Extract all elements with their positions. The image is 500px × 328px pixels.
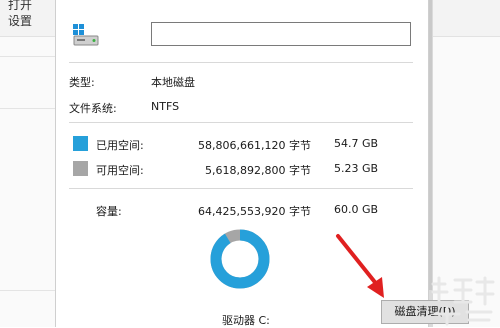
used-arc <box>210 229 270 289</box>
volume-name-input[interactable] <box>151 22 411 46</box>
free-space-label: 可用空间: <box>96 164 144 177</box>
ribbon-settings-label[interactable]: 设置 <box>8 12 32 29</box>
divider <box>0 290 55 291</box>
used-space-swatch <box>73 136 88 151</box>
red-arrow-annotation <box>336 234 384 298</box>
type-value: 本地磁盘 <box>151 76 195 89</box>
drive-letter-label: 驱动器 C: <box>222 314 270 327</box>
file-system-value: NTFS <box>151 100 180 113</box>
capacity-size: 60.0 GB <box>334 203 379 216</box>
capacity-label: 容量: <box>96 205 122 218</box>
file-system-label: 文件系统: <box>69 102 117 115</box>
divider <box>0 56 55 57</box>
hard-drive-icon <box>73 24 99 46</box>
free-space-size: 5.23 GB <box>334 162 379 175</box>
separator <box>69 188 413 189</box>
watermark <box>431 276 495 326</box>
used-space-size: 54.7 GB <box>334 137 379 150</box>
divider <box>0 108 55 109</box>
separator <box>69 62 413 63</box>
free-space-bytes: 5,618,892,800 字节 <box>205 164 311 177</box>
free-space-swatch <box>73 161 88 176</box>
separator <box>69 122 413 123</box>
used-space-label: 已用空间: <box>96 139 144 152</box>
type-label: 类型: <box>69 76 95 89</box>
used-space-bytes: 58,806,661,120 字节 <box>198 139 311 152</box>
usage-donut <box>210 229 270 289</box>
drive-properties-dialog: 类型: 本地磁盘 文件系统: NTFS 已用空间: 58,806,661,120… <box>55 0 469 327</box>
capacity-bytes: 64,425,553,920 字节 <box>198 205 311 218</box>
